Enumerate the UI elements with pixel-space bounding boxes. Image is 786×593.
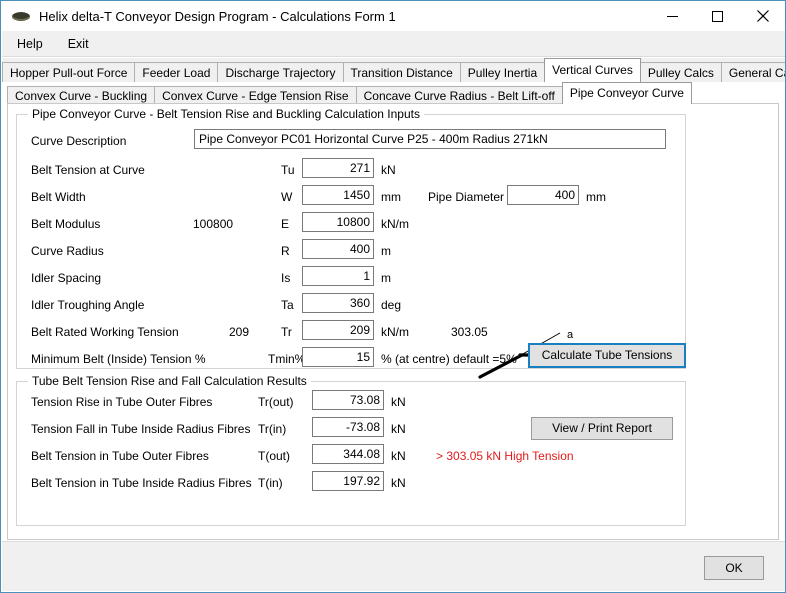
tension-rise-outer-fibres-value	[312, 390, 384, 410]
minimum-belt-inside-tension-input[interactable]	[302, 347, 374, 367]
symbol-e: E	[281, 217, 290, 231]
idler-spacing-input[interactable]	[302, 266, 374, 286]
aux-belt-rated-working-tension: 209	[229, 325, 250, 339]
footer-bar: OK	[2, 541, 785, 591]
unit-belt-tension-at-curve: kN	[381, 163, 396, 177]
diagram-angle-label: a	[567, 329, 574, 341]
subtab-convex-curve-edge-tension-rise[interactable]: Convex Curve - Edge Tension Rise	[154, 86, 357, 104]
menu-item-exit[interactable]: Exit	[58, 34, 99, 54]
label-curve-description: Curve Description	[31, 134, 127, 148]
label-tension-fall-inside-radius-fibres: Tension Fall in Tube Inside Radius Fibre…	[31, 422, 251, 436]
tab-general-calcs[interactable]: General Calcs	[720, 62, 785, 82]
main-tab-strip: Hopper Pull-out Force Feeder Load Discha…	[2, 58, 785, 82]
aux-belt-modulus: 100800	[193, 217, 234, 231]
belt-tension-at-curve-input[interactable]	[302, 158, 374, 178]
belt-tension-outer-fibres-value	[312, 444, 384, 464]
belt-width-input[interactable]	[302, 185, 374, 205]
label-pipe-diameter: Pipe Diameter	[428, 190, 505, 204]
symbol-t-out: T(out)	[258, 449, 291, 463]
symbol-tr: Tr	[281, 325, 292, 339]
inputs-group-box: Pipe Conveyor Curve - Belt Tension Rise …	[16, 107, 686, 379]
unit-pipe-diameter: mm	[586, 190, 606, 204]
maximize-icon[interactable]	[695, 1, 740, 31]
unit-tension-rise-outer-fibres: kN	[391, 395, 406, 409]
belt-modulus-input[interactable]	[302, 212, 374, 232]
label-belt-modulus: Belt Modulus	[31, 217, 101, 231]
curve-radius-input[interactable]	[302, 239, 374, 259]
tab-discharge-trajectory[interactable]: Discharge Trajectory	[217, 62, 344, 82]
inputs-group-title: Pipe Conveyor Curve - Belt Tension Rise …	[28, 107, 424, 121]
tab-transition-distance[interactable]: Transition Distance	[342, 62, 461, 82]
symbol-t-in: T(in)	[258, 476, 283, 490]
label-idler-troughing-angle: Idler Troughing Angle	[31, 298, 145, 312]
menu-item-help[interactable]: Help	[7, 34, 53, 54]
unit-curve-radius: m	[381, 244, 391, 258]
subtab-convex-curve-buckling[interactable]: Convex Curve - Buckling	[7, 86, 156, 104]
symbol-tu: Tu	[281, 163, 295, 177]
label-belt-tension-at-curve: Belt Tension at Curve	[31, 163, 145, 177]
subtab-pipe-conveyor-curve[interactable]: Pipe Conveyor Curve	[561, 82, 692, 104]
unit-belt-tension-outer-fibres: kN	[391, 449, 406, 463]
tab-page-pipe-conveyor-curve: Pipe Conveyor Curve - Belt Tension Rise …	[7, 103, 779, 540]
results-group-box: Tube Belt Tension Rise and Fall Calculat…	[16, 374, 686, 526]
symbol-tmin-pct: Tmin%	[268, 352, 306, 366]
belt-tension-inside-radius-fibres-value	[312, 471, 384, 491]
label-belt-rated-working-tension: Belt Rated Working Tension	[31, 325, 179, 339]
label-tension-rise-outer-fibres: Tension Rise in Tube Outer Fibres	[31, 395, 213, 409]
tab-pulley-inertia[interactable]: Pulley Inertia	[459, 62, 546, 82]
belt-rated-working-tension-input[interactable]	[302, 320, 374, 340]
unit-belt-width: mm	[381, 190, 401, 204]
symbol-tr-out: Tr(out)	[258, 395, 294, 409]
unit-belt-tension-inside-radius-fibres: kN	[391, 476, 406, 490]
label-belt-tension-outer-fibres: Belt Tension in Tube Outer Fibres	[31, 449, 209, 463]
symbol-ta: Ta	[281, 298, 294, 312]
idler-troughing-angle-input[interactable]	[302, 293, 374, 313]
title-bar: Helix delta-T Conveyor Design Program - …	[1, 1, 785, 31]
symbol-r: R	[281, 244, 290, 258]
calculate-tube-tensions-button[interactable]: Calculate Tube Tensions	[528, 343, 686, 368]
subtab-concave-curve-radius-belt-lift-off[interactable]: Concave Curve Radius - Belt Lift-off	[355, 86, 563, 104]
tension-fall-inside-radius-fibres-value	[312, 417, 384, 437]
close-icon[interactable]	[740, 1, 785, 31]
label-curve-radius: Curve Radius	[31, 244, 104, 258]
curve-description-input[interactable]	[194, 129, 666, 149]
label-minimum-belt-inside-tension-pct: Minimum Belt (Inside) Tension %	[31, 352, 206, 366]
view-print-report-button[interactable]: View / Print Report	[531, 417, 673, 440]
tab-pulley-calcs[interactable]: Pulley Calcs	[639, 62, 722, 82]
label-idler-spacing: Idler Spacing	[31, 271, 102, 285]
conveyor-pulley-icon	[11, 8, 31, 24]
symbol-w: W	[281, 190, 293, 204]
label-belt-width: Belt Width	[31, 190, 86, 204]
ok-button[interactable]: OK	[704, 556, 764, 580]
tab-vertical-curves[interactable]: Vertical Curves	[544, 58, 641, 82]
unit-belt-rated-working-tension: kN/m	[381, 325, 409, 339]
minimize-icon[interactable]	[650, 1, 695, 31]
unit-tension-fall-inside-radius-fibres: kN	[391, 422, 406, 436]
sub-tab-strip: Convex Curve - Buckling Convex Curve - E…	[7, 82, 779, 104]
window-controls	[650, 1, 785, 31]
application-window: Helix delta-T Conveyor Design Program - …	[0, 0, 786, 593]
unit-belt-modulus: kN/m	[381, 217, 409, 231]
tab-hopper-pull-out-force[interactable]: Hopper Pull-out Force	[2, 62, 136, 82]
high-tension-warning: > 303.05 kN High Tension	[436, 449, 574, 463]
pipe-diameter-input[interactable]	[507, 185, 579, 205]
unit-idler-troughing-angle: deg	[381, 298, 402, 312]
window-title: Helix delta-T Conveyor Design Program - …	[39, 8, 396, 24]
symbol-tr-in: Tr(in)	[258, 422, 287, 436]
label-belt-tension-inside-radius-fibres: Belt Tension in Tube Inside Radius Fibre…	[31, 476, 252, 490]
menu-bar: Help Exit	[2, 31, 785, 57]
symbol-is: Is	[281, 271, 291, 285]
tab-feeder-load[interactable]: Feeder Load	[134, 62, 219, 82]
results-group-title: Tube Belt Tension Rise and Fall Calculat…	[28, 374, 311, 388]
unit-idler-spacing: m	[381, 271, 391, 285]
